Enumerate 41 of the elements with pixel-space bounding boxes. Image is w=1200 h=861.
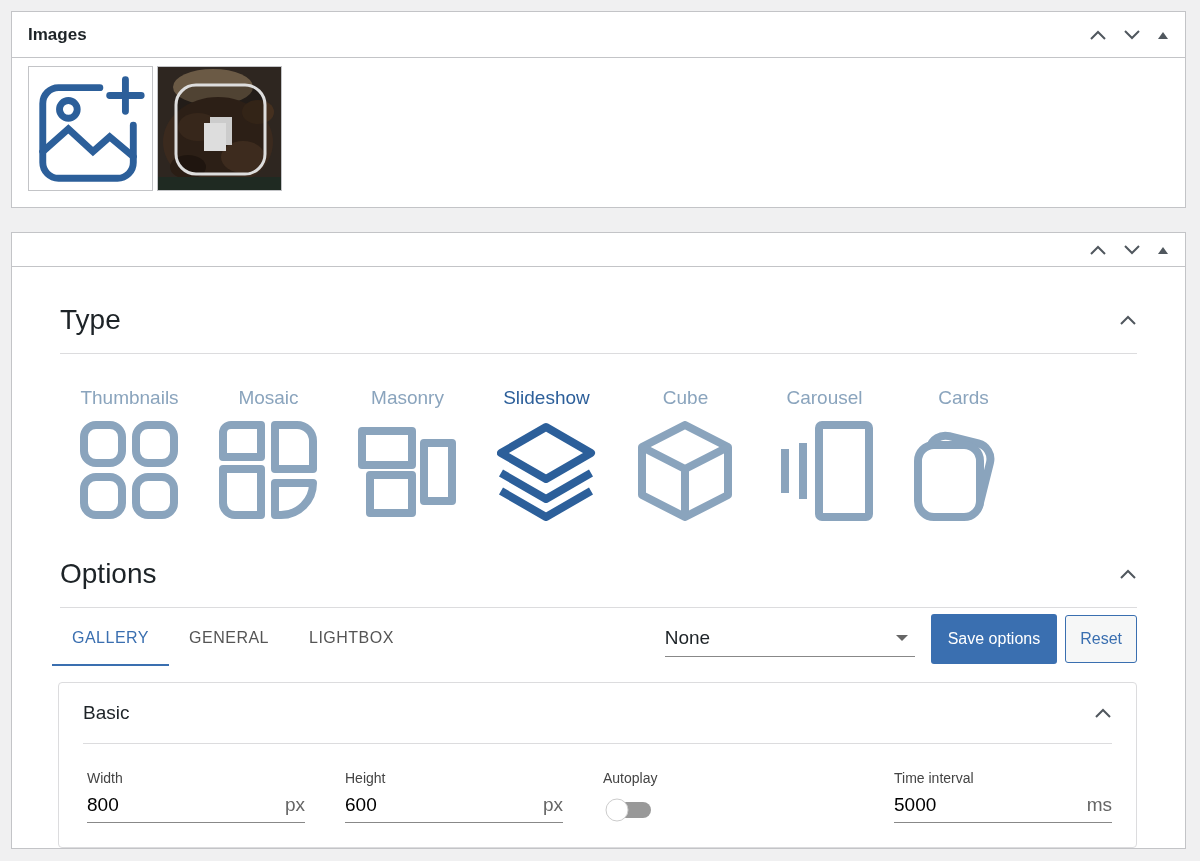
thumbnails-layout-icon[interactable] bbox=[79, 420, 180, 521]
chevron-up-icon[interactable] bbox=[1119, 567, 1137, 580]
chevron-up-icon[interactable] bbox=[1089, 28, 1107, 41]
chevron-down-icon[interactable] bbox=[1123, 28, 1141, 41]
chevron-up-icon[interactable] bbox=[1089, 243, 1107, 256]
tab[interactable]: GENERAL bbox=[169, 611, 289, 666]
mosaic-layout-icon[interactable] bbox=[218, 420, 319, 521]
field-label: Height bbox=[345, 769, 387, 788]
copy-icon[interactable] bbox=[173, 82, 268, 177]
section-title: Options bbox=[60, 556, 157, 591]
unit-label: px bbox=[542, 793, 563, 817]
type-option[interactable]: Cube bbox=[662, 384, 709, 413]
input-field[interactable]: 600 bbox=[345, 789, 543, 822]
toggle-switch[interactable] bbox=[603, 797, 653, 823]
card-title: Basic bbox=[83, 700, 130, 725]
preset-select[interactable]: None bbox=[664, 619, 915, 658]
field-label: Width bbox=[87, 769, 124, 788]
slideshow-layout-icon[interactable] bbox=[496, 420, 597, 521]
reset-button[interactable]: Reset bbox=[1065, 614, 1137, 663]
type-option[interactable]: Masonry bbox=[371, 384, 444, 413]
tab[interactable]: GALLERY bbox=[52, 611, 170, 666]
type-option[interactable]: Carousel bbox=[786, 384, 863, 413]
tab[interactable]: LIGHTBOX bbox=[289, 611, 414, 666]
type-option[interactable]: Mosaic bbox=[238, 384, 299, 413]
type-option[interactable]: Thumbnails bbox=[80, 384, 179, 413]
section-title: Type bbox=[60, 303, 121, 337]
type-option[interactable]: Cards bbox=[938, 384, 989, 413]
save-button[interactable]: Save options bbox=[930, 613, 1058, 664]
chevron-down-icon[interactable] bbox=[1123, 243, 1141, 256]
field-label: Time interval bbox=[894, 769, 975, 788]
type-option[interactable]: Slideshow bbox=[503, 384, 590, 413]
caret-icon bbox=[894, 634, 909, 642]
unit-label: px bbox=[284, 793, 305, 817]
add-image-icon[interactable] bbox=[28, 66, 153, 191]
input-field[interactable]: 800 bbox=[87, 789, 285, 822]
unit-label: ms bbox=[1086, 793, 1112, 817]
panel-title: Images bbox=[28, 23, 87, 46]
chevron-up-icon[interactable] bbox=[1094, 706, 1112, 719]
field-label: Autoplay bbox=[603, 769, 659, 788]
input-field[interactable]: 5000 bbox=[894, 789, 1087, 822]
chevron-up-icon[interactable] bbox=[1119, 314, 1137, 326]
